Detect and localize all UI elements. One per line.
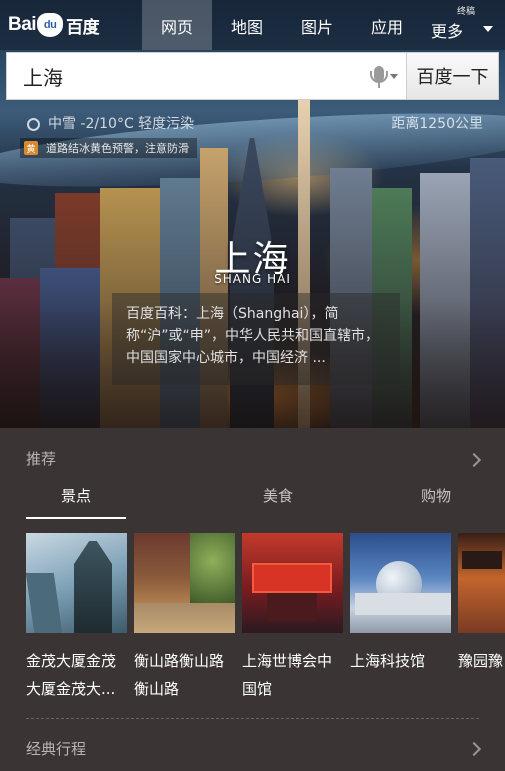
microphone-icon-arc	[370, 71, 388, 83]
tab-web[interactable]: 网页	[142, 0, 212, 50]
attraction-caption: 上海科技馆	[350, 647, 456, 703]
building-shape	[26, 573, 63, 633]
top-navigation-bar: Bai du 百度 网页 地图 图片 应用 终稿 更多	[0, 0, 505, 50]
chevron-down-icon	[483, 26, 493, 32]
attraction-card[interactable]: 上海世博会中 国馆	[242, 533, 343, 703]
attraction-photo	[350, 533, 451, 633]
attraction-photo	[26, 533, 127, 633]
attraction-photo	[242, 533, 343, 633]
baike-summary[interactable]: 百度百科：上海（Shanghai），简称“沪”或“申”，中华人民共和国直辖市，中…	[112, 293, 400, 385]
attraction-caption: 衡山路衡山路 衡山路	[134, 647, 240, 703]
chevron-right-icon[interactable]	[466, 741, 482, 757]
search-input[interactable]	[7, 53, 358, 99]
baidu-logo[interactable]: Bai du 百度	[8, 10, 100, 40]
microphone-icon-stem	[378, 83, 380, 88]
nav-tabs: 网页 地图 图片 应用	[142, 0, 422, 50]
attraction-card[interactable]: 金茂大厦金茂 大厦金茂大...	[26, 533, 127, 703]
tab-shopping[interactable]: 购物	[411, 485, 461, 506]
caption-line: 豫园豫	[458, 652, 504, 670]
attraction-photo	[458, 533, 505, 633]
caption-line: 上海世博会中	[242, 652, 333, 670]
chevron-right-icon[interactable]	[466, 452, 482, 468]
roof-shape	[462, 551, 502, 569]
tab-food[interactable]: 美食	[248, 485, 308, 506]
tab-images[interactable]: 图片	[282, 0, 352, 50]
attraction-card[interactable]: 上海科技馆	[350, 533, 451, 703]
attraction-caption: 豫园豫	[458, 647, 505, 703]
attraction-card[interactable]: 豫园豫	[458, 533, 505, 703]
caption-line: 金茂大厦金茂	[26, 652, 117, 670]
warning-badge-icon: 黄	[24, 141, 38, 155]
caption-line: 上海科技馆	[350, 652, 426, 670]
tree-shape	[190, 533, 235, 603]
attraction-cards: 金茂大厦金茂 大厦金茂大... 衡山路衡山路 衡山路 上海世博会中 国馆 上海科…	[26, 533, 505, 713]
city-name-pinyin: SHANG HAI	[214, 272, 291, 286]
weather-summary: 中雪 -2/10°C 轻度污染	[48, 116, 195, 132]
building-shape	[74, 541, 112, 633]
terminal-label: 终稿	[456, 7, 475, 17]
alert-text: 道路结冰黄色预警，注意防滑	[46, 142, 189, 155]
voice-search-button[interactable]	[358, 53, 406, 99]
more-label: 更多	[431, 22, 464, 41]
distance-text: 距离1250公里	[391, 116, 483, 132]
tab-attractions[interactable]: 景点	[26, 485, 126, 519]
divider	[26, 718, 479, 719]
classic-itinerary-title[interactable]: 经典行程	[26, 738, 86, 759]
hall-shape	[355, 593, 451, 615]
pavilion-shape	[252, 563, 332, 593]
search-button[interactable]: 百度一下	[406, 53, 498, 99]
recommend-tabs: 景点 美食 购物	[26, 485, 505, 519]
paw-icon: du	[37, 13, 64, 37]
caption-line: 衡山路	[134, 680, 180, 698]
search-bar: 百度一下	[6, 52, 499, 100]
attraction-caption: 上海世博会中 国馆	[242, 647, 348, 703]
road-shape	[134, 603, 235, 633]
attraction-caption: 金茂大厦金茂 大厦金茂大...	[26, 647, 132, 703]
caption-line: 衡山路衡山路	[134, 652, 225, 670]
attraction-photo	[134, 533, 235, 633]
attraction-card[interactable]: 衡山路衡山路 衡山路	[134, 533, 235, 703]
caption-line: 国馆	[242, 680, 273, 698]
caret-down-icon	[390, 74, 398, 79]
page: Bai du 百度 网页 地图 图片 应用 终稿 更多 百度一下 中雪 -2/1…	[0, 0, 505, 771]
weather-text: 中雪 -2/10°C 轻度污染	[48, 113, 194, 133]
caption-line: 大厦金茂大...	[26, 680, 116, 698]
weather-icon	[27, 118, 40, 131]
tab-apps[interactable]: 应用	[352, 0, 422, 50]
recommend-panel: 推荐 景点 美食 购物 金茂大厦金茂 大厦金茂大... 衡山路衡山路 衡山路 上…	[0, 428, 505, 771]
more-menu-button[interactable]: 终稿 更多	[431, 0, 495, 50]
logo-text-cn: 百度	[66, 17, 100, 37]
logo-text-latin: Bai	[8, 14, 37, 35]
tab-map[interactable]: 地图	[212, 0, 282, 50]
pavilion-base	[267, 593, 317, 621]
road-alert-banner[interactable]: 黄 道路结冰黄色预警，注意防滑	[20, 138, 197, 158]
recommend-title[interactable]: 推荐	[26, 448, 56, 469]
